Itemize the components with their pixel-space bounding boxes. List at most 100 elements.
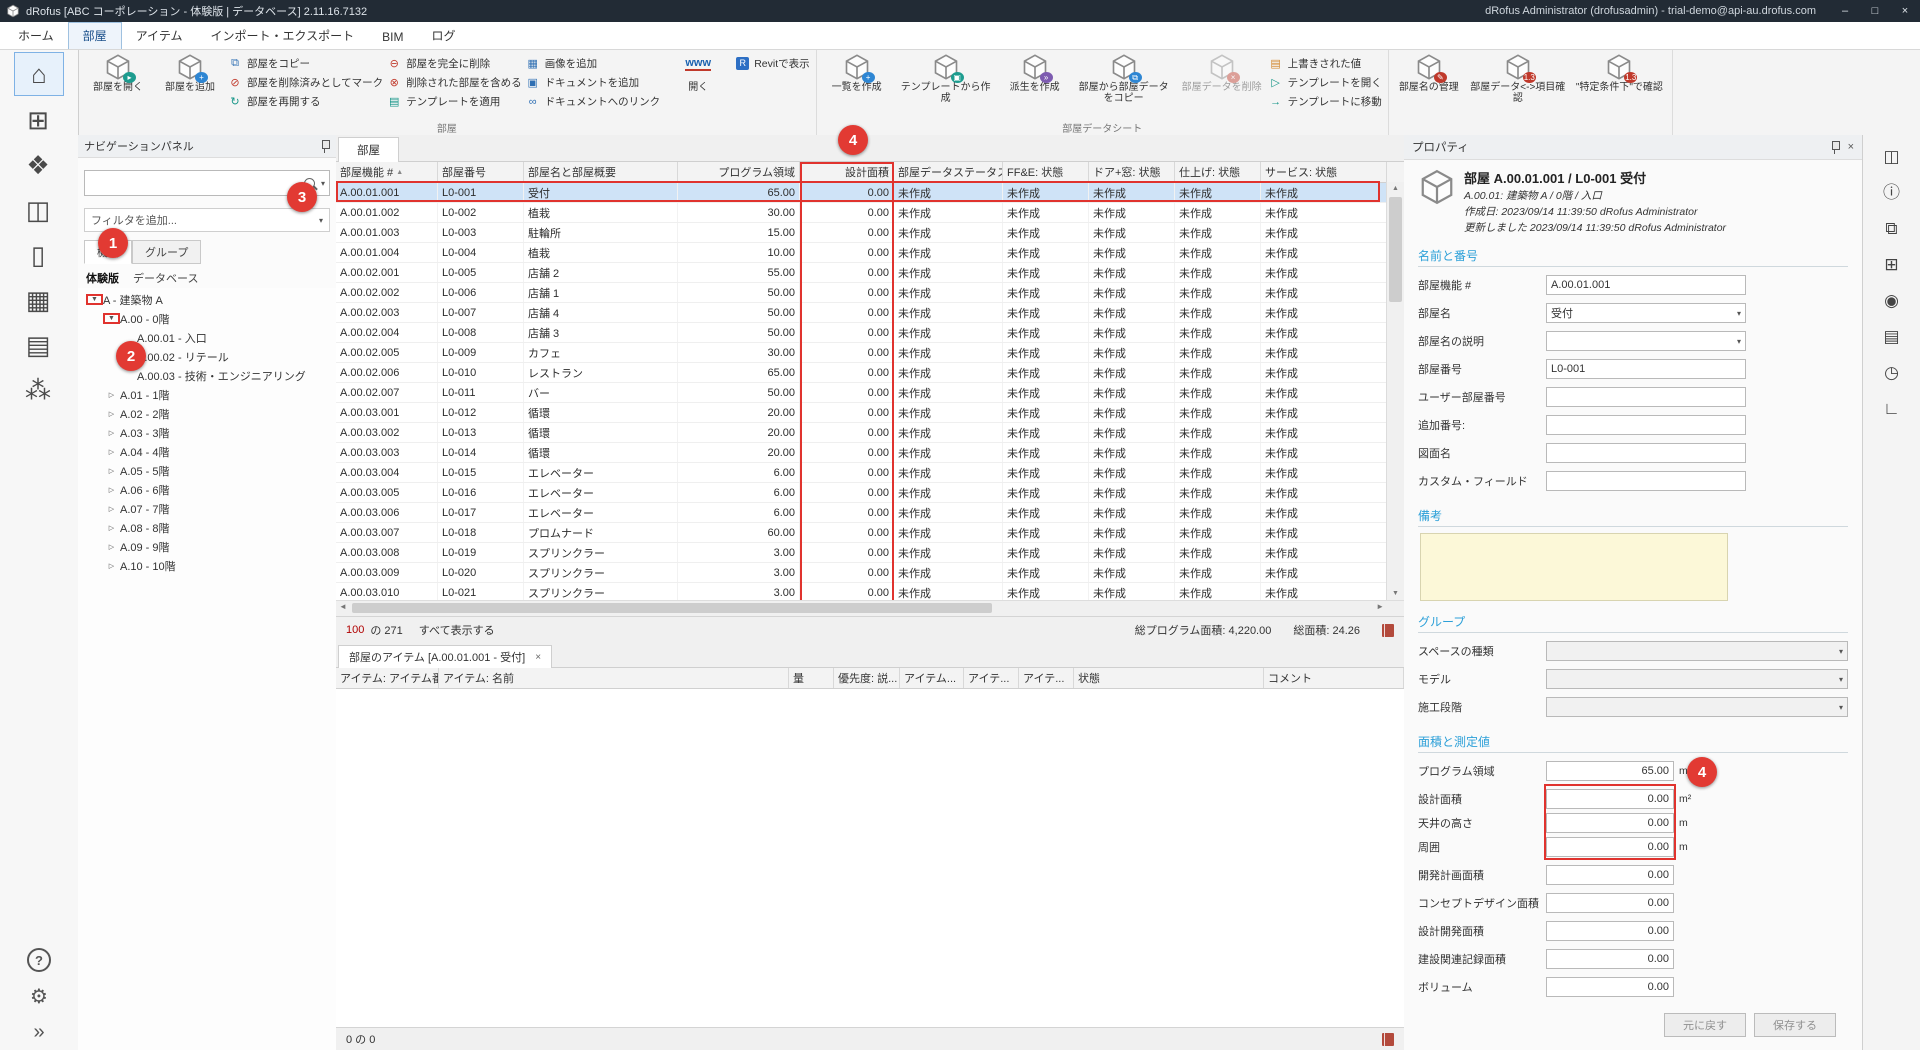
column-header[interactable]: 量 (789, 668, 834, 688)
table-row[interactable]: A.00.01.003L0-003駐輪所15.000.00未作成未作成未作成未作… (336, 223, 1404, 243)
column-header[interactable]: 部屋名と部屋概要 (524, 162, 678, 182)
table-row[interactable]: A.00.03.009L0-020スプリンクラー3.000.00未作成未作成未作… (336, 563, 1404, 583)
custom-field-input[interactable] (1546, 471, 1746, 491)
menu-tab-log[interactable]: ログ (417, 23, 469, 49)
mark-room-deleted-button[interactable]: ⊘ 部屋を削除済みとしてマーク (228, 75, 383, 90)
measure-icon[interactable]: ∟ (1874, 395, 1910, 423)
tree-node[interactable]: A.00.03 - 技術・エンジニアリング (78, 366, 336, 385)
column-header[interactable]: 部屋データステータス (894, 162, 1003, 182)
tree-node[interactable]: ▷A.10 - 10階 (78, 556, 336, 575)
copies-icon[interactable]: ⧉ (1874, 215, 1910, 243)
scroll-right-icon[interactable]: ► (1376, 602, 1384, 611)
pin-icon[interactable] (1830, 140, 1840, 154)
table-row[interactable]: A.00.02.006L0-010レストラン65.000.00未作成未作成未作成… (336, 363, 1404, 383)
log-icon[interactable]: ◷ (1874, 359, 1910, 387)
create-from-template-button[interactable]: ▣ テンプレートから作成 (895, 51, 997, 106)
save-button[interactable]: 保存する (1754, 1013, 1836, 1037)
move-to-template-button[interactable]: → テンプレートに移動 (1269, 94, 1382, 109)
table-row[interactable]: A.00.01.004L0-004植栽10.000.00未作成未作成未作成未作成… (336, 243, 1404, 263)
close-tab-icon[interactable]: × (535, 652, 541, 663)
tree-node[interactable]: ▼A.00 - 0階 (78, 309, 336, 328)
add-document-button[interactable]: ▣ ドキュメントを追加 (526, 75, 661, 90)
model-icon[interactable]: ⊞ (1874, 251, 1910, 279)
table-row[interactable]: A.00.03.008L0-019スプリンクラー3.000.00未作成未作成未作… (336, 543, 1404, 563)
concept-design-area-input[interactable]: 0.00 (1546, 893, 1674, 913)
table-row[interactable]: A.00.02.003L0-007店舗 450.000.00未作成未作成未作成未… (336, 303, 1404, 323)
maximize-button[interactable]: □ (1860, 0, 1890, 22)
scroll-down-icon[interactable]: ▼ (1387, 587, 1404, 600)
www-open-button[interactable]: www 開く (664, 51, 732, 95)
include-deleted-rooms-button[interactable]: ⊗ 削除された部屋を含める (387, 75, 522, 90)
tree-caret-icon[interactable]: ▷ (105, 429, 118, 437)
design-development-area-input[interactable]: 0.00 (1546, 921, 1674, 941)
tree-caret-icon[interactable]: ▷ (105, 562, 118, 570)
user-room-number-input[interactable] (1546, 387, 1746, 407)
scrollbar-thumb[interactable] (1389, 197, 1402, 302)
construction-record-area-input[interactable]: 0.00 (1546, 949, 1674, 969)
tree-node[interactable]: ▷A.03 - 3階 (78, 423, 336, 442)
column-header[interactable]: コメント (1264, 668, 1404, 688)
reopen-room-button[interactable]: ↻ 部屋を再開する (228, 94, 383, 109)
tree-node[interactable]: ▷A.09 - 9階 (78, 537, 336, 556)
documents-icon[interactable]: ▤ (14, 324, 62, 366)
column-header[interactable]: アイテム... (900, 668, 964, 688)
tree-node[interactable]: A.00.01 - 入口 (78, 328, 336, 347)
table-row[interactable]: A.00.03.002L0-013循環20.000.00未作成未作成未作成未作成… (336, 423, 1404, 443)
design-area-input[interactable]: 0.00 (1546, 789, 1674, 809)
tree-caret-icon[interactable]: ▷ (105, 448, 118, 456)
column-header[interactable]: アイテ... (1019, 668, 1074, 688)
scroll-left-icon[interactable]: ◄ (339, 602, 347, 611)
building-icon[interactable]: ▦ (14, 279, 62, 321)
room-list-icon[interactable]: ⊞ (14, 99, 62, 141)
tab-rooms-grid[interactable]: 部屋 (338, 137, 399, 162)
model-combo[interactable]: ▾ (1546, 669, 1848, 689)
scrollbar-thumb[interactable] (352, 603, 992, 613)
table-row[interactable]: A.00.03.007L0-018プロムナード60.000.00未作成未作成未作… (336, 523, 1404, 543)
column-header[interactable]: アイテム: アイテム番号▲ (336, 668, 439, 688)
door-icon[interactable]: ▯ (14, 234, 62, 276)
column-header[interactable]: 部屋機能 #▲ (336, 162, 438, 182)
room-name-description-combo[interactable]: ▾ (1546, 331, 1746, 351)
construction-stage-combo[interactable]: ▾ (1546, 697, 1848, 717)
table-row[interactable]: A.00.03.006L0-017エレベーター6.000.00未作成未作成未作成… (336, 503, 1404, 523)
copy-room-button[interactable]: ⧉ 部屋をコピー (228, 56, 383, 71)
room-data-item-check-button[interactable]: 1.3 部屋データ<->項目確認 (1467, 51, 1569, 106)
images-icon[interactable]: ◉ (1874, 287, 1910, 315)
ceiling-height-input[interactable]: 0.00 (1546, 813, 1674, 833)
layout-panels-icon[interactable]: ◫ (1874, 143, 1910, 171)
tree-node[interactable]: ▼A - 建築物 A (78, 290, 336, 309)
nav-tab-group[interactable]: グループ (132, 240, 201, 264)
column-header[interactable]: 状態 (1074, 668, 1264, 688)
create-blank-button[interactable]: + 一覧を作成 (823, 51, 891, 95)
shapes-icon[interactable]: ❖ (14, 144, 62, 186)
column-header[interactable]: 設計面積 (800, 162, 894, 182)
expand-icon[interactable]: » (33, 1021, 44, 1044)
undo-button[interactable]: 元に戻す (1664, 1013, 1746, 1037)
column-header[interactable]: 部屋番号 (438, 162, 524, 182)
table-row[interactable]: A.00.01.002L0-002植栽30.000.00未作成未作成未作成未作成… (336, 203, 1404, 223)
open-room-button[interactable]: ▸ 部屋を開く (84, 51, 152, 95)
tree-node[interactable]: ▷A.06 - 6階 (78, 480, 336, 499)
close-panel-icon[interactable]: × (1848, 141, 1854, 153)
systems-icon[interactable]: ⁂ (14, 369, 62, 411)
search-options-caret-icon[interactable]: ▾ (321, 179, 325, 188)
tree-caret-icon[interactable]: ▼ (105, 315, 118, 322)
tree-node[interactable]: ▷A.08 - 8階 (78, 518, 336, 537)
add-room-button[interactable]: + 部屋を追加 (156, 51, 224, 95)
settings-icon[interactable]: ⚙ (30, 984, 48, 1009)
volume-input[interactable]: 0.00 (1546, 977, 1674, 997)
tab-room-items[interactable]: 部屋のアイテム [A.00.01.001 - 受付] × (338, 645, 552, 668)
development-plan-area-input[interactable]: 0.00 (1546, 865, 1674, 885)
report-book-icon[interactable] (1382, 624, 1394, 637)
space-type-combo[interactable]: ▾ (1546, 641, 1848, 661)
menu-tab-home[interactable]: ホーム (4, 23, 68, 49)
delete-room-data-button[interactable]: × 部屋データを削除 (1179, 51, 1265, 95)
column-header[interactable]: アイテ... (964, 668, 1019, 688)
room-function-input[interactable]: A.00.01.001 (1546, 275, 1746, 295)
horizontal-scrollbar[interactable]: ◄ ► (336, 600, 1404, 616)
table-row[interactable]: A.00.02.005L0-009カフェ30.000.00未作成未作成未作成未作… (336, 343, 1404, 363)
tree-caret-icon[interactable]: ▷ (105, 524, 118, 532)
scroll-up-icon[interactable]: ▲ (1387, 182, 1404, 195)
tree-caret-icon[interactable]: ▷ (105, 410, 118, 418)
add-filter-dropdown[interactable]: フィルタを追加... ▾ (84, 208, 330, 232)
